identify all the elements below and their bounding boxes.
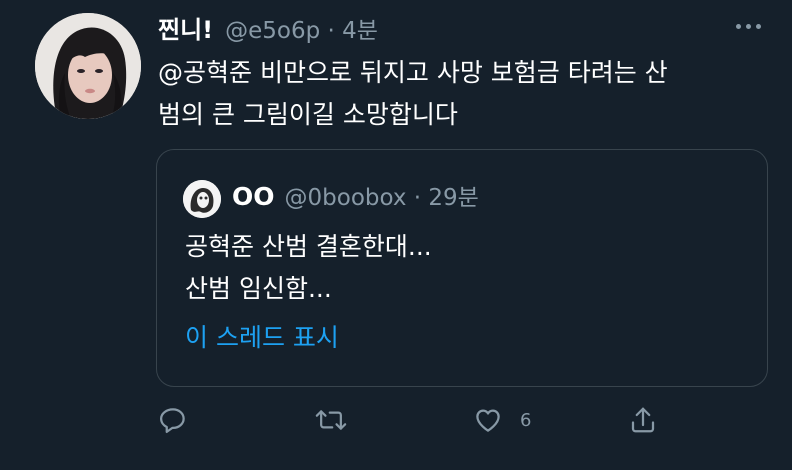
quoted-user-avatar[interactable] [183, 180, 221, 218]
tweet-text: @공혁준 비만으로 뒤지고 사망 보험금 타려는 산 범의 큰 그림이길 소망합… [158, 58, 668, 129]
share-icon [631, 407, 655, 433]
retweet-button[interactable] [315, 400, 347, 440]
reply-button[interactable] [158, 400, 188, 440]
tweet: 찐니! @e5o6p · 4분 @공혁준 비만으로 뒤지고 사망 보험금 타려는… [0, 0, 792, 470]
retweet-icon [315, 410, 347, 430]
display-name[interactable]: 찐니! [158, 10, 213, 45]
quoted-handle-and-time: @0boobox · 29분 [284, 185, 479, 211]
share-button[interactable] [628, 400, 658, 440]
heart-icon [476, 409, 500, 432]
avatar[interactable] [35, 13, 141, 119]
quoted-display-name: OO [232, 182, 275, 211]
quoted-tweet[interactable]: OO @0boobox · 29분 공혁준 산범 결혼한대... 산범 임신함.… [156, 149, 768, 387]
tweet-header: 찐니! @e5o6p · 4분 [158, 10, 378, 46]
like-count: 6 [520, 409, 532, 431]
quoted-tweet-header: OO @0boobox · 29분 [232, 178, 479, 212]
action-bar: 6 [158, 400, 678, 440]
reply-icon [160, 408, 185, 433]
more-horizontal-icon[interactable] [736, 24, 761, 29]
show-thread-link[interactable]: 이 스레드 표시 [185, 318, 339, 354]
like-button[interactable]: 6 [472, 400, 531, 440]
handle-and-time[interactable]: @e5o6p · 4분 [225, 11, 378, 45]
quoted-tweet-text: 공혁준 산범 결혼한대... 산범 임신함... [185, 232, 432, 303]
